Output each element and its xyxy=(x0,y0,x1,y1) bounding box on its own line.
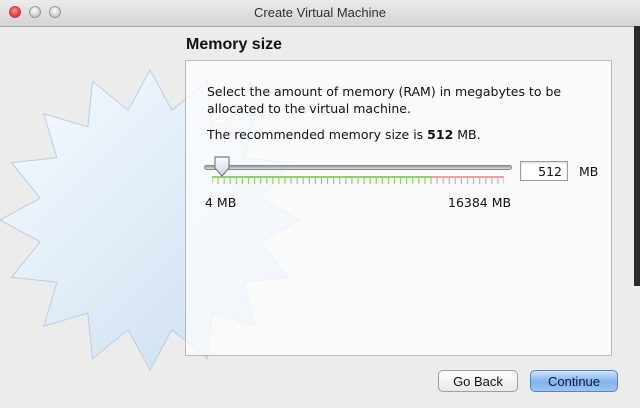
memory-unit-label: MB xyxy=(579,164,599,179)
slider-tick-marks xyxy=(212,176,504,184)
memory-panel: Select the amount of memory (RAM) in meg… xyxy=(185,60,612,356)
recommended-value: 512 xyxy=(427,127,454,142)
continue-button[interactable]: Continue xyxy=(530,370,618,392)
page-title: Memory size xyxy=(186,36,283,53)
danger-zone-bar xyxy=(431,176,504,178)
go-back-button[interactable]: Go Back xyxy=(438,370,518,392)
recommended-memory-text: The recommended memory size is 512 MB. xyxy=(207,127,481,142)
slider-track[interactable] xyxy=(204,165,512,170)
slider-min-label: 4 MB xyxy=(205,195,237,210)
background-window-edge xyxy=(634,26,640,286)
create-vm-window: Create Virtual Machine Memory size Selec… xyxy=(0,0,640,408)
recommended-suffix: MB. xyxy=(453,127,481,142)
title-bar: Create Virtual Machine xyxy=(0,0,640,27)
memory-slider[interactable] xyxy=(204,154,514,190)
memory-description: Select the amount of memory (RAM) in meg… xyxy=(207,84,562,116)
recommended-prefix: The recommended memory size is xyxy=(207,127,428,142)
memory-size-input[interactable] xyxy=(520,161,568,181)
slider-max-label: 16384 MB xyxy=(448,195,512,210)
slider-thumb[interactable] xyxy=(213,156,231,178)
window-title: Create Virtual Machine xyxy=(254,5,386,20)
safe-zone-bar xyxy=(212,176,431,178)
